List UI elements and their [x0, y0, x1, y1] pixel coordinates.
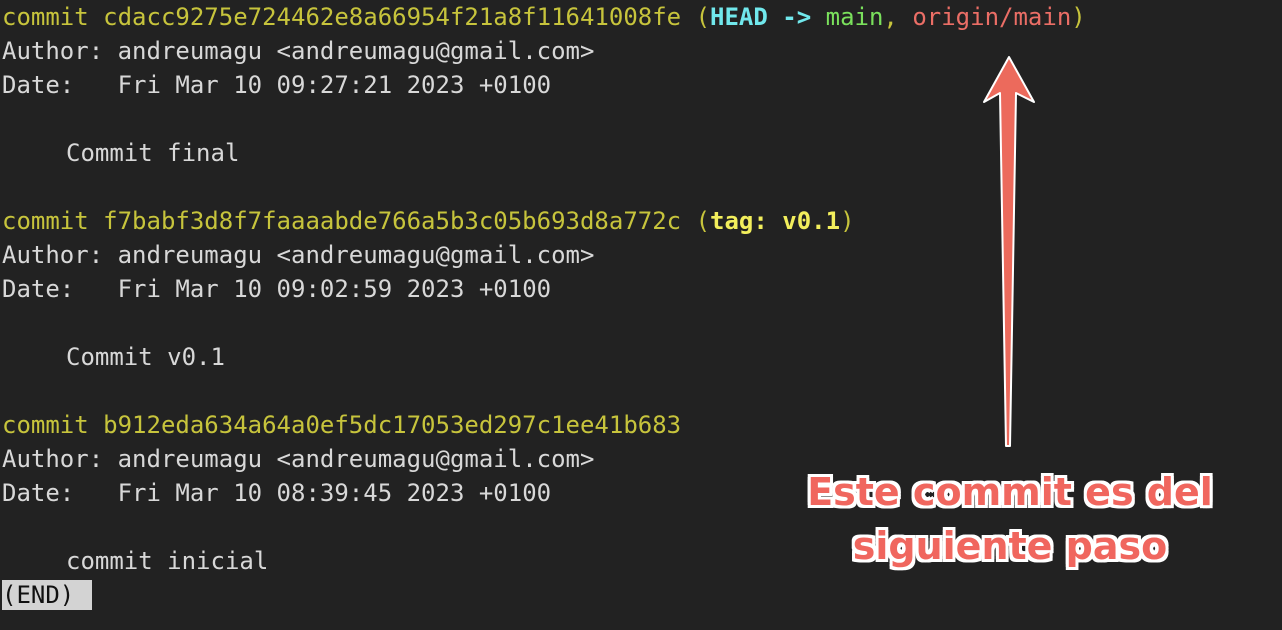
- annotation-line-2: siguiente paso: [852, 524, 1168, 568]
- annotation-callout: Este commit es del siguiente paso: [800, 465, 1220, 573]
- annotation-line-1: Este commit es del: [807, 470, 1213, 514]
- up-arrow-shape: [983, 56, 1035, 447]
